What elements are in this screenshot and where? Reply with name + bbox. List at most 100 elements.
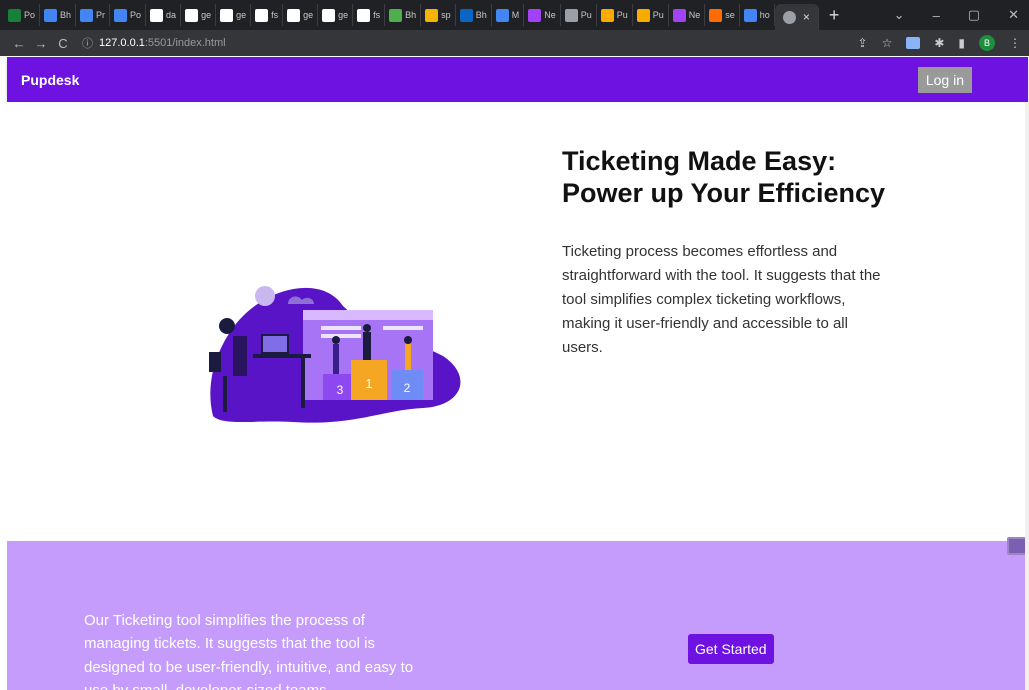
band-description: Our Ticketing tool simplifies the proces… bbox=[84, 612, 414, 690]
url-path: :5501/index.html bbox=[144, 37, 226, 49]
tab-favicon-icon bbox=[220, 8, 234, 22]
tab-label: ge bbox=[201, 10, 212, 20]
url-host: 127.0.0.1 bbox=[99, 37, 145, 49]
podium-second-label: 2 bbox=[404, 381, 411, 395]
menu-kebab-icon[interactable]: ⋮ bbox=[1009, 36, 1021, 50]
browser-tab[interactable]: Pu bbox=[561, 4, 597, 26]
side-panel-icon[interactable]: ▮ bbox=[958, 36, 965, 50]
site-navbar: Pupdesk Log in bbox=[7, 57, 1028, 102]
tab-favicon-icon bbox=[322, 8, 336, 22]
tab-label: Bh bbox=[475, 10, 487, 20]
address-bar: ← → C ⓘ 127.0.0.1:5501/index.html ⇪ ☆ ✱ … bbox=[0, 30, 1029, 56]
reload-button[interactable]: C bbox=[52, 36, 74, 51]
browser-tab[interactable]: ge bbox=[283, 4, 319, 26]
podium-first-label: 1 bbox=[365, 376, 372, 391]
floating-widget-icon[interactable] bbox=[1007, 537, 1027, 555]
globe-icon bbox=[782, 10, 796, 24]
tab-label: da bbox=[166, 10, 177, 20]
tab-favicon-icon bbox=[389, 8, 403, 22]
browser-tab[interactable]: se bbox=[705, 4, 740, 26]
browser-tab[interactable]: ge bbox=[216, 4, 252, 26]
browser-tab-strip: Po Bh Pr Po da ge ge fs ge ge fs Bh sp Bh M Ne Pu Pu Pu Ne s… bbox=[0, 0, 1029, 30]
tab-favicon-icon bbox=[80, 8, 94, 22]
hero-title-line-1: Ticketing Made Easy: bbox=[562, 146, 837, 176]
tab-label: ge bbox=[338, 10, 349, 20]
tab-label: Po bbox=[24, 10, 36, 20]
login-button[interactable]: Log in bbox=[917, 66, 972, 93]
tab-favicon-icon bbox=[495, 8, 509, 22]
tab-label: Pr bbox=[96, 10, 106, 20]
tab-favicon-icon bbox=[8, 8, 21, 22]
forward-button[interactable]: → bbox=[30, 36, 52, 51]
browser-tab[interactable]: Pr bbox=[76, 4, 111, 26]
tab-favicon-icon bbox=[636, 8, 650, 22]
extension-image-icon[interactable] bbox=[906, 37, 921, 49]
browser-tab[interactable]: Bh bbox=[385, 4, 422, 26]
new-tab-button[interactable]: + bbox=[829, 5, 840, 26]
close-tab-icon[interactable]: × bbox=[803, 10, 810, 24]
podium-third-label: 3 bbox=[337, 383, 344, 397]
tab-label: M bbox=[511, 10, 520, 20]
bookmark-star-icon[interactable]: ☆ bbox=[882, 36, 893, 50]
hero-title: Ticketing Made Easy: Power up Your Effic… bbox=[562, 146, 962, 209]
browser-tab[interactable]: ge bbox=[181, 4, 217, 26]
browser-tab[interactable]: Po bbox=[4, 4, 41, 26]
tab-label: Pu bbox=[616, 10, 628, 20]
tab-search-icon[interactable]: ⌄ bbox=[894, 7, 905, 23]
tab-label: se bbox=[725, 10, 735, 20]
window-controls: ⌄ – ▢ ✕ bbox=[894, 0, 1029, 30]
back-button[interactable]: ← bbox=[8, 36, 30, 51]
browser-tab[interactable]: Bh bbox=[456, 4, 492, 26]
browser-tab[interactable]: sp bbox=[421, 4, 456, 26]
tab-favicon-icon bbox=[672, 8, 686, 22]
tab-favicon-icon bbox=[528, 8, 542, 22]
restore-button[interactable]: ▢ bbox=[968, 7, 980, 23]
tab-label: fs bbox=[373, 10, 381, 20]
tab-label: Ne bbox=[544, 10, 556, 20]
browser-tab[interactable]: Ne bbox=[669, 4, 706, 26]
brand-logo-text[interactable]: Pupdesk bbox=[21, 72, 79, 88]
profile-avatar[interactable]: B bbox=[979, 35, 995, 51]
tab-favicon-icon bbox=[709, 8, 723, 22]
tab-favicon-icon bbox=[743, 8, 757, 22]
browser-tab[interactable]: M bbox=[492, 4, 525, 26]
tab-label: fs bbox=[271, 10, 279, 20]
tab-favicon-icon bbox=[44, 8, 58, 22]
tab-favicon-icon bbox=[287, 8, 301, 22]
tab-label: Bh bbox=[60, 10, 72, 20]
minimize-button[interactable]: – bbox=[933, 8, 940, 23]
browser-tab[interactable]: Ne bbox=[524, 4, 561, 26]
site-info-icon[interactable]: ⓘ bbox=[82, 35, 93, 51]
tab-favicon-icon bbox=[600, 8, 614, 22]
browser-tab[interactable]: Bh bbox=[40, 4, 77, 26]
hero-illustration: 3 1 2 bbox=[209, 286, 461, 423]
close-window-button[interactable]: ✕ bbox=[1008, 7, 1019, 23]
get-started-button[interactable]: Get Started bbox=[688, 634, 774, 664]
tab-favicon-icon bbox=[114, 8, 128, 22]
tab-favicon-icon bbox=[425, 8, 439, 22]
active-browser-tab[interactable]: × bbox=[774, 4, 819, 30]
tab-favicon-icon bbox=[185, 8, 199, 22]
browser-tab[interactable]: fs bbox=[251, 4, 284, 26]
url-field[interactable]: ⓘ 127.0.0.1:5501/index.html bbox=[82, 35, 226, 51]
tab-favicon-icon bbox=[150, 8, 164, 22]
page-scrollbar[interactable] bbox=[1025, 102, 1029, 690]
tab-label: sp bbox=[441, 10, 451, 20]
share-icon[interactable]: ⇪ bbox=[858, 36, 868, 50]
tab-label: ge bbox=[236, 10, 247, 20]
browser-tab[interactable]: Po bbox=[110, 4, 147, 26]
tab-label: ho bbox=[759, 10, 770, 20]
toolbar-actions: ⇪ ☆ ✱ ▮ B ⋮ bbox=[858, 30, 1021, 56]
tab-favicon-icon bbox=[459, 8, 473, 22]
browser-tab[interactable]: Pu bbox=[597, 4, 633, 26]
browser-tab[interactable]: da bbox=[146, 4, 182, 26]
hero-title-line-2: Power up Your Efficiency bbox=[562, 177, 886, 208]
tab-favicon-icon bbox=[564, 8, 578, 22]
browser-tab[interactable]: Pu bbox=[633, 4, 669, 26]
browser-tab[interactable]: ge bbox=[318, 4, 354, 26]
tab-label: Po bbox=[130, 10, 142, 20]
browser-tab[interactable]: fs bbox=[353, 4, 386, 26]
browser-tab[interactable]: ho bbox=[740, 4, 775, 26]
hero-description: Ticketing process becomes effortless and… bbox=[562, 243, 881, 356]
extensions-puzzle-icon[interactable]: ✱ bbox=[934, 36, 944, 50]
